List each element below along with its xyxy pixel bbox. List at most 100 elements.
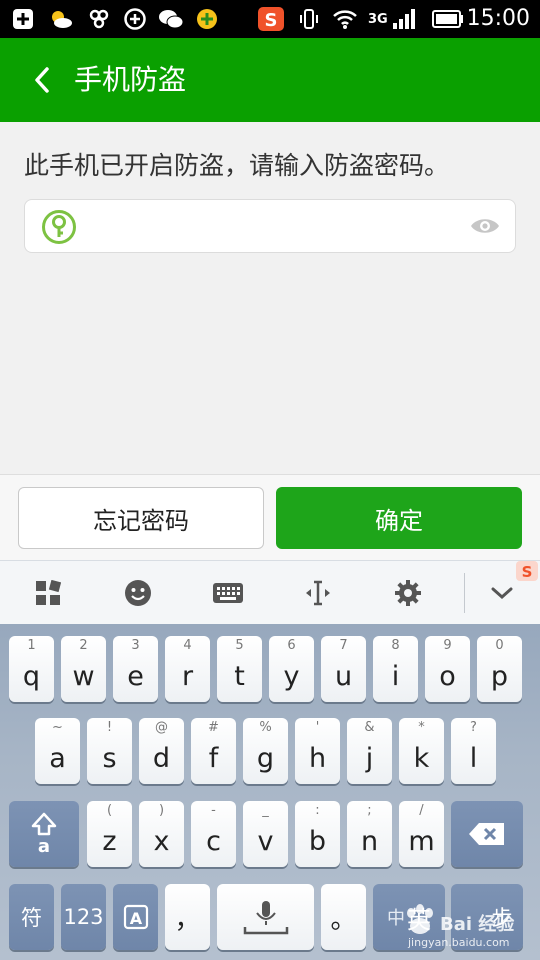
app-icon <box>86 7 112 31</box>
key-f[interactable]: # f <box>191 718 236 784</box>
key-primary-char: f <box>208 743 219 774</box>
key-a[interactable]: ~ a <box>35 718 80 784</box>
period-key-label: 。 <box>330 904 357 935</box>
key-e[interactable]: 3e <box>113 636 158 702</box>
layout-switch-key[interactable]: A <box>113 884 158 950</box>
key-g[interactable]: % g <box>243 718 288 784</box>
signal-icon <box>392 7 418 31</box>
key-n[interactable]: ; n <box>347 801 392 867</box>
key-secondary-char: 8 <box>391 638 400 653</box>
key-q[interactable]: 1q <box>9 636 54 702</box>
key-u[interactable]: 7u <box>321 636 366 702</box>
key-secondary-char: 0 <box>495 638 504 653</box>
key-secondary-char: 1 <box>27 638 36 653</box>
key-primary-char: e <box>127 661 144 692</box>
key-primary-char: o <box>439 661 456 692</box>
key-secondary-char: # <box>208 720 219 735</box>
chevron-left-icon <box>35 67 49 93</box>
key-secondary-char: 6 <box>287 638 296 653</box>
anti-theft-prompt: 此手机已开启防盗，请输入防盗密码。 <box>24 151 450 180</box>
cursor-move-icon[interactable] <box>300 575 336 611</box>
sogou-input-icon: S <box>256 7 286 31</box>
key-m[interactable]: / m <box>399 801 444 867</box>
key-secondary-char: ! <box>106 720 113 735</box>
vibrate-icon <box>296 7 322 31</box>
shift-key[interactable]: a <box>9 801 79 867</box>
space-key[interactable] <box>217 884 314 950</box>
symbol-key[interactable]: 符 <box>9 884 54 950</box>
password-input[interactable] <box>89 208 459 244</box>
key-k[interactable]: * k <box>399 718 444 784</box>
key-secondary-char: ; <box>367 803 372 818</box>
wechat-icon <box>158 7 184 31</box>
notification-plus-icon <box>10 7 36 31</box>
key-s[interactable]: ! s <box>87 718 132 784</box>
key-l[interactable]: ? l <box>451 718 496 784</box>
layout-switch-icon: A <box>113 884 158 950</box>
key-secondary-char: & <box>364 720 375 735</box>
forgot-password-button[interactable]: 忘记密码 <box>18 487 264 549</box>
key-secondary-char: % <box>259 720 272 735</box>
key-t[interactable]: 5t <box>217 636 262 702</box>
key-icon <box>42 210 76 244</box>
key-h[interactable]: ' h <box>295 718 340 784</box>
key-r[interactable]: 4r <box>165 636 210 702</box>
network-type: 3G <box>368 12 388 27</box>
key-p[interactable]: 0p <box>477 636 522 702</box>
gear-icon[interactable] <box>390 575 426 611</box>
key-secondary-char: 4 <box>183 638 192 653</box>
key-y[interactable]: 6y <box>269 636 314 702</box>
emoji-icon[interactable] <box>120 575 156 611</box>
toolbar-divider <box>464 573 465 613</box>
key-secondary-char: 2 <box>79 638 88 653</box>
key-secondary-char: @ <box>155 720 168 735</box>
battery-icon <box>432 7 464 31</box>
shift-icon: a <box>9 801 79 867</box>
add-circle-icon <box>122 7 148 31</box>
backspace-key[interactable] <box>451 801 523 867</box>
key-b[interactable]: :b <box>295 801 340 867</box>
number-key-label: 123 <box>63 905 104 929</box>
key-primary-char: p <box>490 661 509 692</box>
watermark-url: jingyan.baidu.com <box>408 936 510 949</box>
key-d[interactable]: @ d <box>139 718 184 784</box>
key-secondary-char: _ <box>262 803 269 818</box>
page-title: 手机防盗 <box>74 63 187 96</box>
key-secondary-char: ' <box>315 720 320 735</box>
keyboard-toolbar: S <box>0 560 540 624</box>
shift-sub-char: a <box>38 836 50 856</box>
key-v[interactable]: _ v <box>243 801 288 867</box>
key-w[interactable]: 2w <box>61 636 106 702</box>
weather-icon <box>48 7 74 31</box>
key-secondary-char: - <box>211 803 216 818</box>
key-primary-char: d <box>152 743 171 774</box>
key-primary-char: z <box>102 826 117 857</box>
key-secondary-char: ? <box>470 720 477 735</box>
paw-logo-icon <box>407 904 433 934</box>
chevron-down-icon[interactable] <box>484 575 520 611</box>
key-o[interactable]: 9o <box>425 636 470 702</box>
key-c[interactable]: -c <box>191 801 236 867</box>
status-time: 15:00 <box>466 6 530 31</box>
key-secondary-char: ~ <box>52 720 63 735</box>
key-z[interactable]: (z <box>87 801 132 867</box>
grid-menu-icon[interactable] <box>30 575 66 611</box>
action-bar: 忘记密码 确定 <box>0 474 540 560</box>
period-key[interactable]: 。 <box>321 884 366 950</box>
key-primary-char: c <box>206 826 221 857</box>
key-primary-char: m <box>408 826 435 857</box>
confirm-button[interactable]: 确定 <box>276 487 522 549</box>
eye-icon[interactable] <box>469 214 501 238</box>
comma-key-label: ， <box>174 904 201 935</box>
sogou-logo-icon: S <box>516 561 538 581</box>
key-j[interactable]: & j <box>347 718 392 784</box>
number-key[interactable]: 123 <box>61 884 106 950</box>
wifi-icon <box>332 7 358 31</box>
password-field[interactable] <box>24 199 516 253</box>
key-primary-char: v <box>257 826 274 857</box>
keyboard-icon[interactable] <box>210 575 246 611</box>
key-x[interactable]: ) x <box>139 801 184 867</box>
key-i[interactable]: 8i <box>373 636 418 702</box>
back-button[interactable] <box>22 62 62 98</box>
comma-key[interactable]: ， <box>165 884 210 950</box>
